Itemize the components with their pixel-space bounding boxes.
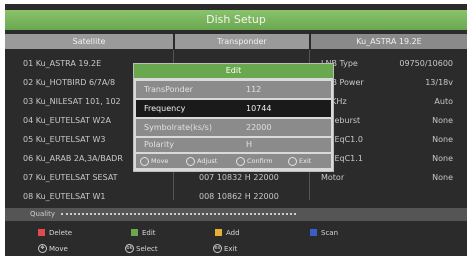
param-value: None	[432, 154, 453, 163]
param-22khz[interactable]: 22KHzAuto	[311, 92, 467, 111]
quality-label: Quality	[30, 210, 56, 218]
field-value: H	[246, 140, 253, 149]
legend-select-label: Select	[136, 245, 158, 253]
dpad-icon: ✥	[38, 244, 47, 253]
hint-adjust-label: Adjust	[197, 157, 218, 165]
left-right-icon	[186, 156, 195, 166]
legend-exit-label: Exit	[224, 245, 238, 253]
hint-move-label: Move	[151, 157, 169, 165]
signal-quality-bar: Quality	[5, 208, 467, 221]
param-value: 09750/10600	[399, 59, 453, 68]
param-value: None	[432, 173, 453, 182]
satellite-column-header: Satellite	[5, 34, 173, 49]
edit-dialog: Edit TransPonder 112 Frequency 10744 Sym…	[133, 63, 334, 172]
current-satellite-header: Ku_ASTRA 19.2E	[311, 34, 467, 49]
legend-delete-label: Delete	[49, 229, 72, 237]
exit-key-icon	[288, 156, 297, 166]
legend-edit-label: Edit	[142, 229, 156, 237]
param-value: 13/18v	[425, 78, 453, 87]
field-frequency[interactable]: Frequency 10744	[136, 100, 331, 117]
param-value: None	[432, 116, 453, 125]
param-value: Auto	[434, 97, 453, 106]
field-symbolrate[interactable]: Symbolrate(ks/s) 22000	[136, 119, 331, 136]
transponder-item[interactable]: 008 10862 H 22000	[193, 187, 308, 206]
yellow-key-icon	[215, 229, 222, 236]
param-motor[interactable]: Motor None	[311, 168, 467, 187]
param-diseqc11[interactable]: DiSEqC1.1 None	[311, 149, 467, 168]
blue-key-icon	[310, 229, 317, 236]
field-label: Polarity	[144, 140, 174, 149]
exit-key-icon: ex	[213, 244, 222, 253]
ok-icon: ok	[125, 244, 134, 253]
dialog-hints: Move Adjust Confirm Exit	[136, 154, 331, 168]
dpad-icon	[140, 156, 149, 166]
red-key-icon	[38, 229, 45, 236]
field-label: Frequency	[144, 104, 186, 113]
transponder-column-header: Transponder	[175, 34, 309, 49]
hint-exit: Exit	[288, 154, 311, 168]
param-diseqc10[interactable]: DiSEqC1.0 None	[311, 130, 467, 149]
hint-confirm-label: Confirm	[247, 157, 273, 165]
field-label: TransPonder	[144, 85, 193, 94]
lnb-parameters: LNB Type09750/10600 LNB Power13/18v 22KH…	[311, 54, 467, 187]
legend-scan-label: Scan	[321, 229, 339, 237]
param-lnb-type[interactable]: LNB Type 09750/10600	[311, 54, 467, 73]
field-value: 10744	[246, 104, 272, 113]
hint-exit-label: Exit	[299, 157, 312, 165]
transponder-list: 007 10832 H 22000 008 10862 H 22000	[193, 168, 308, 206]
field-transponder[interactable]: TransPonder 112	[136, 81, 331, 98]
legend-move-label: Move	[49, 245, 68, 253]
param-lnb-power[interactable]: LNB Power 13/18v	[311, 73, 467, 92]
param-value: None	[432, 135, 453, 144]
field-value: 22000	[246, 123, 272, 132]
field-label: Symbolrate(ks/s)	[144, 123, 212, 132]
field-value: 112	[246, 85, 262, 94]
param-toneburst[interactable]: Toneburst None	[311, 111, 467, 130]
field-polarity[interactable]: Polarity H	[136, 138, 331, 152]
hint-move: Move	[140, 154, 168, 168]
green-key-icon	[131, 229, 138, 236]
quality-meter	[61, 213, 296, 218]
ok-icon	[236, 156, 245, 166]
satellite-item[interactable]: 08 Ku_EUTELSAT W1	[7, 187, 173, 206]
dialog-title: Edit	[134, 64, 333, 78]
legend-add-label: Add	[226, 229, 240, 237]
hint-adjust: Adjust	[186, 154, 217, 168]
page-title: Dish Setup	[5, 10, 467, 30]
osd-screen: Dish Setup Satellite Transponder Ku_ASTR…	[5, 4, 467, 256]
hint-confirm: Confirm	[236, 154, 273, 168]
